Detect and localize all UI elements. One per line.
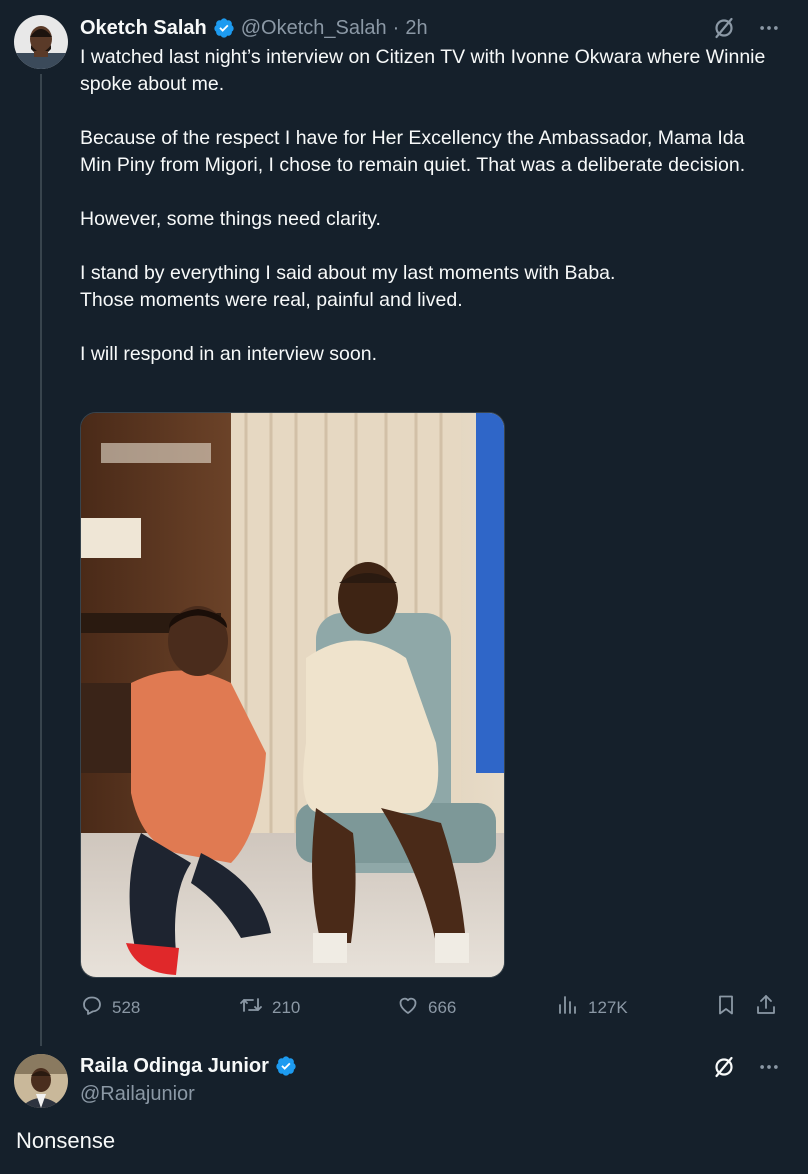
tweet-paragraph: I watched last night’s interview on Citi… (80, 46, 766, 95)
reply-count: 528 (112, 997, 141, 1017)
tweet-header: Oketch Salah @Oketch_Salah · 2h (80, 14, 428, 42)
reply-text: Nonsense (16, 1128, 116, 1153)
bookmark-icon (714, 993, 738, 1022)
views-button[interactable]: 127K (556, 993, 628, 1022)
views-count: 127K (588, 997, 628, 1017)
reply-button[interactable]: 528 (80, 993, 140, 1022)
repost-icon (238, 993, 264, 1022)
tweet-paragraph: I will respond in an interview soon. (80, 343, 377, 365)
reply-icon (80, 993, 104, 1022)
author-handle[interactable]: @Oketch_Salah (241, 17, 387, 40)
verified-badge-icon (213, 17, 235, 39)
reply-handle-row: @Railajunior (80, 1080, 195, 1108)
grok-icon[interactable] (712, 16, 736, 40)
more-icon[interactable] (758, 1056, 780, 1078)
tweet-text: I watched last night’s interview on Citi… (80, 44, 770, 368)
tweet-paragraph: Because of the respect I have for Her Ex… (80, 127, 746, 176)
like-count: 666 (428, 997, 457, 1017)
tweet-top-actions (712, 1055, 780, 1079)
author-name[interactable]: Raila Odinga Junior (80, 1055, 269, 1078)
tweet-actions: 528 210 666 127K (80, 993, 780, 1023)
repost-button[interactable]: 210 (238, 993, 300, 1022)
tweet-photo[interactable] (80, 412, 505, 978)
tweet-header: Raila Odinga Junior (80, 1052, 297, 1080)
like-icon (396, 993, 420, 1022)
share-button[interactable] (754, 993, 778, 1022)
views-icon (556, 993, 580, 1022)
grok-icon[interactable] (712, 1055, 736, 1079)
like-button[interactable]: 666 (396, 993, 456, 1022)
more-icon[interactable] (758, 17, 780, 39)
avatar[interactable] (14, 1054, 68, 1108)
tweet-top-actions (712, 16, 780, 40)
author-handle[interactable]: @Railajunior (80, 1083, 195, 1106)
tweet-paragraph: I stand by everything I said about my la… (80, 262, 616, 311)
bookmark-button[interactable] (714, 993, 738, 1022)
tweet-paragraph: However, some things need clarity. (80, 208, 381, 230)
avatar[interactable] (14, 15, 68, 69)
author-name[interactable]: Oketch Salah (80, 17, 207, 40)
tweet-timestamp[interactable]: 2h (405, 17, 427, 40)
share-icon (754, 993, 778, 1022)
thread-connector-line (40, 74, 42, 1046)
time-separator: · (392, 16, 400, 39)
verified-badge-icon (275, 1055, 297, 1077)
repost-count: 210 (272, 997, 301, 1017)
